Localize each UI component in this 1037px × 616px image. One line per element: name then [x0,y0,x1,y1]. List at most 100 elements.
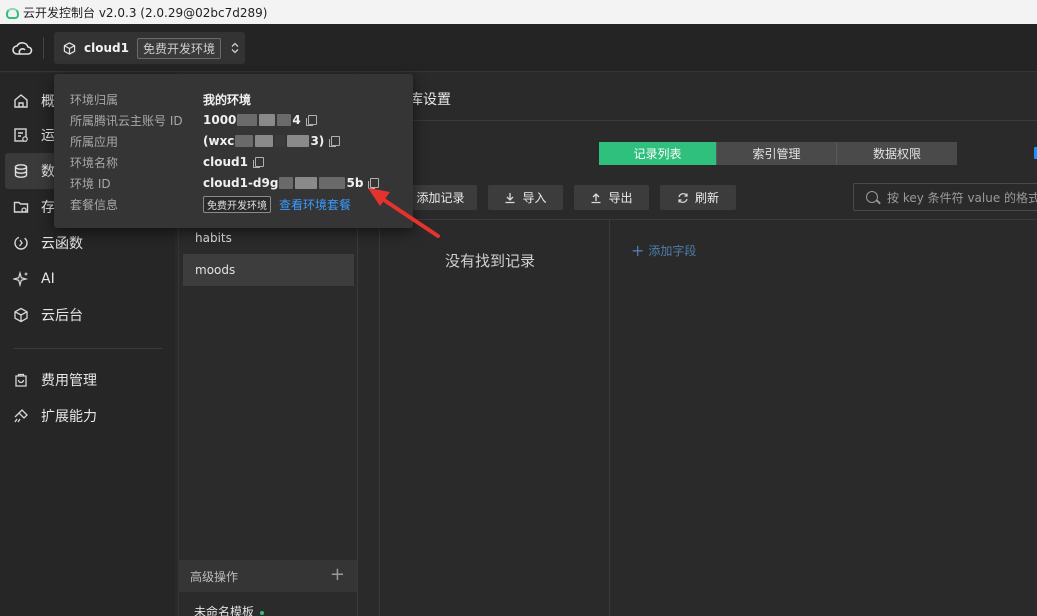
popover-value: cloud1-d9g 5b [203,176,380,190]
add-field-button[interactable]: + 添加字段 [631,241,696,260]
plus-icon: + [631,241,645,260]
import-label: 导入 [522,191,547,205]
redacted-block [279,177,294,189]
refresh-button[interactable]: 刷新 [660,185,736,210]
app-cloud-icon [5,6,19,19]
app-id-end: 3) [310,134,325,148]
popover-row-package: 套餐信息 免费开发环境 查看环境套餐 [70,195,410,213]
sidebar-item-label: 云函数 [41,236,83,252]
home-icon [14,94,28,108]
account-id-start: 1000 [203,113,237,127]
search-input[interactable]: 按 key 条件符 value 的格式 [853,183,1037,211]
collection-name: habits [195,231,232,245]
env-selector[interactable]: cloud1 免费开发环境 [54,32,245,64]
header-divider [43,37,44,59]
extension-icon [14,409,28,423]
sidebar-item-extensions[interactable]: 扩展能力 [0,398,175,434]
empty-state-text: 没有找到记录 [445,252,536,270]
annotation-arrow [368,188,440,238]
upload-icon [591,192,601,203]
add-template-button[interactable]: + [330,566,345,584]
popover-row-app: 所属应用 (wxc 3) [70,132,410,150]
sidebar-item-label: AI [41,271,55,287]
account-id-end: 4 [292,113,301,127]
sidebar-item-label: 存 [41,200,55,216]
download-icon [505,192,515,203]
popover-label: 环境归属 [70,92,119,107]
env-name-value: cloud1 [203,155,248,169]
redacted-block [255,135,274,147]
redacted-block [237,114,258,126]
sidebar-item-backend[interactable]: 云后台 [0,297,175,333]
advanced-ops-bar[interactable]: 高级操作 + [179,560,357,592]
template-label: 未命名模板 [194,605,255,616]
redacted-block [275,135,286,147]
main-content: 库设置 记录列表 索引管理 数据权限 添加记录 导入 导出 刷新 按 key 条… [359,73,1037,616]
collection-item-moods[interactable]: moods [183,254,354,286]
sidebar-item-label: 云后台 [41,308,83,324]
sidebar-item-billing[interactable]: 费用管理 [0,362,175,398]
import-button[interactable]: 导入 [488,185,563,210]
package-tag: 免费开发环境 [203,195,271,213]
popover-value: (wxc 3) [203,134,341,148]
main-title-bar: 库设置 [359,73,1037,121]
grid-border-left [379,219,380,616]
cube-icon [14,307,28,323]
advanced-ops-label: 高级操作 [190,569,239,584]
ops-icon [14,128,28,142]
window-titlebar: 云开发控制台 v2.0.3 (2.0.29@02bc7d289) [0,0,1037,24]
search-placeholder: 按 key 条件符 value 的格式 [887,190,1037,205]
database-icon [14,164,28,178]
cube-icon [63,41,76,55]
sidebar-item-label: 数 [41,164,55,180]
app-id-start: (wxc [203,134,235,148]
refresh-icon [678,192,688,203]
popover-row-env-id: 环境 ID cloud1-d9g 5b [70,174,410,192]
copy-icon[interactable] [305,115,317,126]
template-item[interactable]: 未命名模板 [194,603,265,616]
export-label: 导出 [608,191,633,205]
popover-value: 免费开发环境 查看环境套餐 [203,195,351,213]
cloud-logo-icon[interactable] [12,40,34,56]
copy-icon[interactable] [329,136,341,147]
popover-value: cloud1 [203,155,264,169]
collection-name: moods [195,263,236,277]
sidebar-divider [14,348,162,349]
sidebar-item-functions[interactable]: 云函数 [0,225,175,261]
popover-label: 所属应用 [70,134,119,149]
popover-row-owner: 环境归属 我的环境 [70,90,410,108]
redacted-block [235,135,254,147]
redacted-block [287,135,310,147]
env-tag: 免费开发环境 [136,37,221,59]
view-package-link[interactable]: 查看环境套餐 [279,196,351,213]
export-button[interactable]: 导出 [574,185,649,210]
env-id-start: cloud1-d9g [203,176,279,190]
function-icon [14,236,28,250]
chevron-updown-icon[interactable] [231,42,239,54]
tab-record-list[interactable]: 记录列表 [599,142,717,165]
popover-row-env-name: 环境名称 cloud1 [70,153,410,171]
env-name: cloud1 [84,41,129,55]
sidebar-item-label: 费用管理 [41,373,97,389]
redacted-block [277,114,292,126]
sidebar-item-label: 概 [41,94,55,110]
popover-label: 套餐信息 [70,197,119,212]
add-field-label: 添加字段 [648,244,697,258]
redacted-block [259,114,276,126]
redacted-block [319,177,346,189]
bag-icon [15,373,27,387]
sidebar-item-ai[interactable]: AI [0,261,175,297]
status-dot [260,610,265,615]
sparkle-icon [13,271,29,287]
redacted-block [295,177,318,189]
popover-value: 我的环境 [203,92,252,107]
popover-value: 1000 4 [203,113,317,127]
sidebar-item-label: 运 [41,128,55,144]
tab-data-permissions[interactable]: 数据权限 [837,142,957,165]
search-icon [866,191,878,203]
grid-splitter[interactable] [609,219,610,616]
page-title: 库设置 [409,92,451,108]
tab-index-management[interactable]: 索引管理 [717,142,837,165]
refresh-label: 刷新 [694,191,719,205]
copy-icon[interactable] [252,157,264,168]
